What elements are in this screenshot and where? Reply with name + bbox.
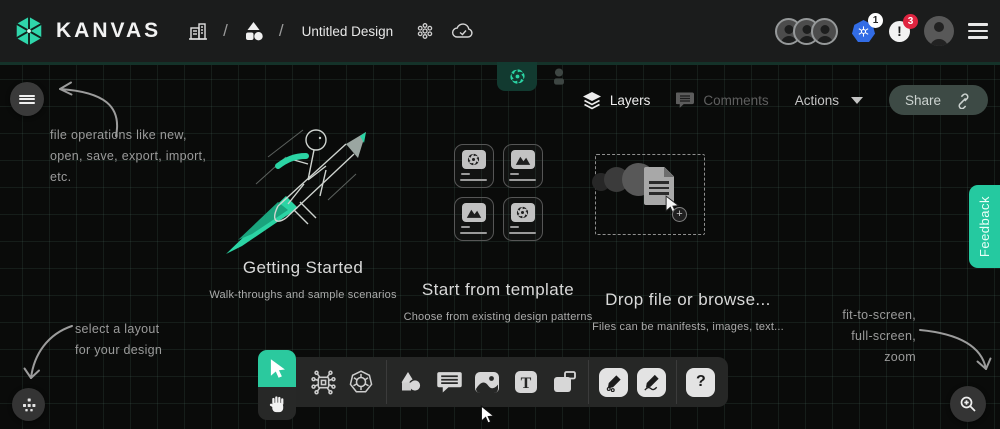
aperture-icon (508, 67, 527, 86)
drop-zone[interactable]: + (595, 154, 705, 235)
feedback-tab[interactable]: Feedback (969, 185, 1000, 268)
breadcrumb-separator: / (279, 21, 284, 41)
template-thumb[interactable] (454, 197, 494, 241)
actions-label: Actions (795, 93, 839, 108)
template-thumb[interactable] (503, 144, 543, 188)
comments-label: Comments (703, 93, 768, 108)
file-fold (664, 167, 674, 177)
pen-tile (599, 368, 628, 397)
toolbar-divider (588, 360, 589, 404)
template-thumbnails (398, 144, 598, 241)
tool-bar: T (296, 357, 728, 407)
collaborator-avatars[interactable] (775, 18, 838, 45)
breadcrumb-separator: / (223, 21, 228, 41)
cloud-sync-icon[interactable] (451, 21, 475, 41)
header-menu-icon[interactable] (968, 23, 988, 39)
text-tool[interactable]: T (509, 360, 543, 404)
app-header: KANVAS / / Untitled Design (0, 0, 1000, 62)
kubernetes-status-button[interactable]: 1 (852, 20, 875, 42)
drop-file-card[interactable]: + Drop file or browse... Files can be ma… (583, 122, 793, 333)
help-tool[interactable]: ? (684, 360, 718, 404)
feedback-label: Feedback (977, 196, 992, 257)
chevron-down-icon (851, 97, 863, 104)
comments-button[interactable]: Comments (676, 91, 768, 109)
molecule-icon[interactable] (415, 21, 435, 41)
hand-icon (268, 394, 287, 414)
layout-select-button[interactable] (12, 388, 45, 421)
template-thumb[interactable] (503, 197, 543, 241)
card-tool[interactable] (547, 360, 581, 404)
select-cursor-icon (267, 358, 287, 380)
template-card[interactable]: Start from template Choose from existing… (398, 122, 598, 323)
help-tile: ? (686, 368, 715, 397)
node-tool[interactable] (306, 360, 340, 404)
tab-bot-mode[interactable] (543, 64, 575, 90)
link-icon (955, 92, 972, 109)
design-shapes-icon[interactable] (242, 21, 265, 42)
mouse-cursor (480, 405, 495, 425)
layout-tree-icon (21, 397, 37, 413)
template-thumb[interactable] (454, 144, 494, 188)
layers-button[interactable]: Layers (582, 91, 651, 110)
toolbar-divider (676, 360, 677, 404)
text-tool-glyph: T (520, 375, 531, 392)
getting-started-card[interactable]: Getting Started Walk-throughs and sample… (178, 122, 428, 301)
app-window: KANVAS / / Untitled Design (0, 0, 1000, 429)
pen-tool[interactable] (596, 360, 630, 404)
comment-icon (676, 91, 695, 109)
zoom-hint: fit-to-screen, full-screen, zoom (842, 305, 916, 368)
layers-icon (582, 91, 602, 110)
pan-tool[interactable] (258, 387, 296, 420)
alert-count-badge: 3 (903, 14, 918, 29)
kanvas-logo-icon (12, 14, 46, 48)
kubernetes-tool[interactable] (344, 360, 378, 404)
app-title: KANVAS (56, 19, 161, 43)
add-badge: + (672, 207, 687, 222)
layers-label: Layers (610, 93, 651, 108)
avatar (811, 18, 838, 45)
share-label: Share (905, 93, 941, 108)
drop-title: Drop file or browse... (583, 290, 793, 310)
user-avatar[interactable] (924, 16, 954, 46)
zoom-button[interactable] (950, 386, 986, 422)
design-canvas[interactable]: file operations like new, open, save, ex… (0, 62, 1000, 429)
drop-subtitle: Files can be manifests, images, text... (583, 321, 793, 333)
k8s-count-badge: 1 (868, 13, 883, 28)
shapes-tool[interactable] (394, 360, 428, 404)
comment-tool[interactable] (432, 360, 466, 404)
alerts-button[interactable]: ! 3 (889, 21, 910, 42)
tab-design-mode[interactable] (497, 62, 537, 91)
actions-dropdown[interactable]: Actions (795, 93, 863, 108)
template-subtitle: Choose from existing design patterns (398, 311, 598, 323)
getting-started-title: Getting Started (178, 258, 428, 278)
document-title[interactable]: Untitled Design (302, 24, 394, 39)
toolbar-divider (386, 360, 387, 404)
pencil-tile (637, 368, 666, 397)
magnifier-icon (959, 395, 977, 413)
template-title: Start from template (398, 280, 598, 300)
image-tool[interactable] (470, 360, 504, 404)
layout-hint: select a layout for your design (75, 319, 162, 361)
pencil-tool[interactable] (634, 360, 668, 404)
app-logo[interactable]: KANVAS (12, 14, 161, 48)
getting-started-subtitle: Walk-throughs and sample scenarios (178, 289, 428, 301)
select-tool-active[interactable] (258, 350, 296, 387)
rocket-illustration (178, 122, 428, 258)
file-menu-button[interactable] (10, 82, 44, 116)
org-building-icon[interactable] (187, 20, 209, 42)
canvas-action-bar: Layers Comments Actions Share (582, 85, 988, 115)
robot-icon (550, 67, 568, 87)
share-button[interactable]: Share (889, 85, 988, 115)
